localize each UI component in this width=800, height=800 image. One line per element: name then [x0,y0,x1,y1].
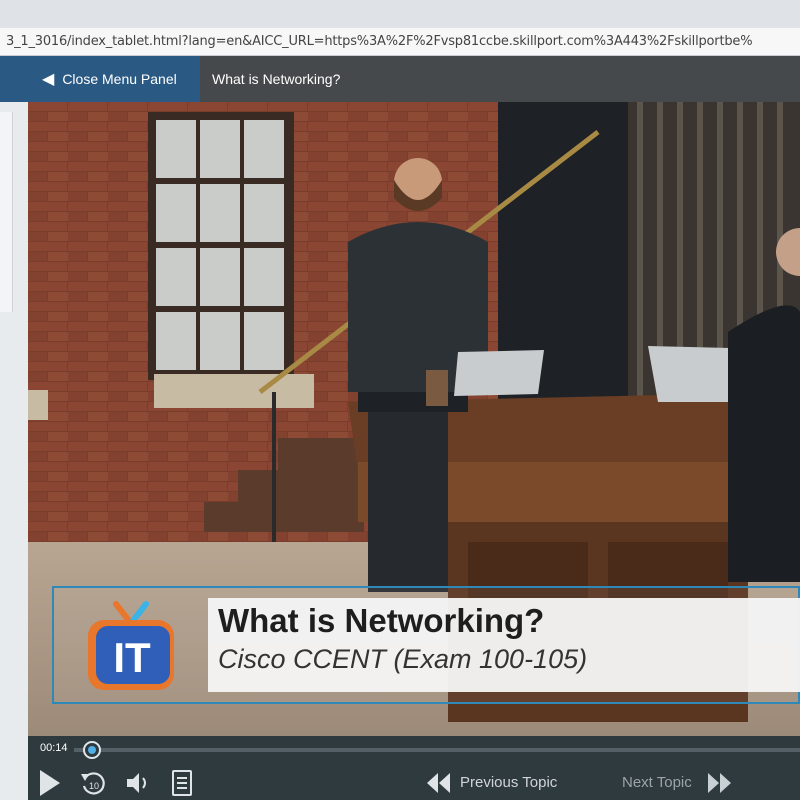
seek-bar[interactable] [74,748,800,752]
menu-panel[interactable] [0,102,28,800]
address-bar[interactable]: 3_1_3016/index_tablet.html?lang=en&AICC_… [0,28,800,56]
logo-lettering: IT [113,634,151,681]
elapsed-time: 00:14 [40,742,68,754]
seek-handle[interactable] [83,741,101,759]
chevron-left-icon: ◀ [42,71,55,88]
menu-panel-handle[interactable] [0,112,13,312]
next-topic-button[interactable]: Next Topic [622,774,692,791]
address-bar-url[interactable]: 3_1_3016/index_tablet.html?lang=en&AICC_… [6,34,796,49]
volume-icon [127,773,146,793]
close-menu-panel-label: Close Menu Panel [62,71,177,87]
previous-topic-icon-button[interactable] [426,768,452,798]
lower-third-subtitle: Cisco CCENT (Exam 100-105) [218,644,588,674]
rewind-double-chevron-icon [427,773,450,793]
page-title: What is Networking? [212,71,341,87]
browser-titlebar [0,0,800,28]
itpro-tv-logo: IT [86,600,176,692]
app-header: ◀ Close Menu Panel What is Networking? [0,56,800,102]
play-button[interactable] [38,768,62,798]
skip-back-seconds: 10 [89,781,99,791]
rewind-10-button[interactable]: 10 [78,768,108,798]
play-icon [40,770,60,796]
volume-button[interactable] [124,768,152,798]
forward-double-chevron-icon [708,773,731,793]
previous-topic-button[interactable]: Previous Topic [460,774,557,791]
replay-icon: 10 [81,772,105,795]
close-menu-panel-button[interactable]: ◀ Close Menu Panel [0,56,200,102]
document-icon [172,770,192,796]
lower-third-title: What is Networking? [218,602,545,639]
next-topic-icon-button[interactable] [706,768,732,798]
transcript-button[interactable] [170,768,194,798]
